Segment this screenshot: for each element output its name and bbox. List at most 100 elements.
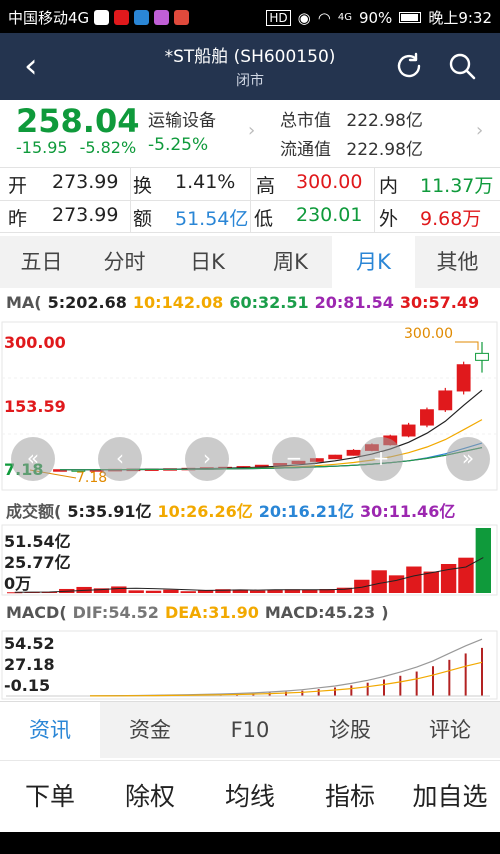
ma60-value: 60:32.51: [229, 293, 309, 312]
ma10-value: 10:142.08: [132, 293, 224, 312]
app-icon-4: [154, 10, 170, 25]
market-cap-value: 222.98亿: [346, 111, 423, 131]
open-label: 开: [8, 175, 28, 197]
candle-body: [456, 364, 471, 392]
high-marker-line: [455, 341, 479, 350]
tab-intraday[interactable]: 分时: [83, 236, 166, 288]
quote-summary: 258.04 -15.95 -5.82% 运输设备 -5.25% › 总市值 22…: [0, 100, 500, 164]
high-label: 高: [256, 175, 276, 197]
tab-weekly-k[interactable]: 周K: [249, 236, 332, 288]
ma-label: MA(: [6, 293, 42, 312]
tab-comments[interactable]: 评论: [400, 702, 500, 758]
volume-bar: [250, 590, 266, 593]
price-change: -15.95 -5.82%: [16, 138, 148, 157]
action-bar: 下单 除权 均线 指标 加自选: [0, 760, 500, 832]
signal-icon: 4G: [337, 12, 352, 23]
macd-close: ): [381, 603, 389, 622]
zoom-in-icon[interactable]: +: [359, 437, 403, 481]
stats-grid: 开 273.99 换 1.41% 高 300.00 内 11.37万 昨 273…: [0, 167, 500, 233]
refresh-icon[interactable]: [394, 51, 424, 81]
android-nav-bar: [0, 832, 500, 854]
battery-icon: [399, 12, 422, 23]
chart-area[interactable]: 300.00 153.59 7.18 300.00 7.18 « ‹ › − +…: [0, 320, 500, 700]
outer-label: 外: [379, 208, 399, 230]
order-button[interactable]: 下单: [0, 761, 100, 833]
volume-bar: [163, 589, 179, 593]
amount-value: 51.54亿: [175, 208, 249, 230]
vol-ma30: 30:11.46亿: [360, 502, 456, 521]
volume-bar: [302, 589, 318, 593]
float-cap: 流通值 222.98亿: [280, 135, 423, 160]
period-tabs: 五日 分时 日K 周K 月K 其他: [0, 236, 500, 288]
tab-five-day[interactable]: 五日: [0, 236, 83, 288]
tab-news[interactable]: 资讯: [0, 702, 100, 758]
tab-daily-k[interactable]: 日K: [166, 236, 249, 288]
industry-name[interactable]: 运输设备: [148, 106, 216, 131]
status-bar: 中国移动4G HD ◉ ◠ 4G 90% 晚上9:32: [0, 0, 500, 33]
macd-dif-line: [89, 638, 483, 697]
price-axis-top: 300.00: [4, 333, 66, 352]
add-watchlist-button[interactable]: 加自选: [400, 761, 500, 833]
change-value: -15.95: [16, 138, 68, 157]
turnover-value: 1.41%: [175, 171, 236, 193]
candle-body: [420, 409, 434, 426]
app-icon-5: [174, 10, 190, 25]
candle-body: [401, 424, 416, 437]
tab-f10[interactable]: F10: [200, 702, 300, 758]
macd-label: MACD(: [6, 603, 67, 622]
market-status: 闭市: [236, 73, 264, 89]
outer-value: 9.68万: [420, 208, 482, 230]
volume-label: 成交额(: [6, 502, 62, 521]
chevron-right-icon[interactable]: ›: [248, 120, 255, 141]
change-percent: -5.82%: [79, 138, 137, 157]
volume-bar: [406, 566, 422, 593]
candle-body: [346, 449, 361, 456]
inner-label: 内: [379, 175, 399, 197]
clock: 晚上9:32: [428, 9, 492, 27]
low-label: 低: [254, 208, 274, 230]
vol-ma20: 20:16.21亿: [258, 502, 355, 521]
divider: [250, 168, 251, 232]
tab-monthly-k[interactable]: 月K: [332, 236, 415, 288]
volume-bar: [388, 575, 405, 593]
volume-bar: [371, 570, 387, 593]
indicator-button[interactable]: 指标: [300, 761, 400, 833]
volume-legend: 成交额(5:35.91亿 10:26.26亿 20:16.21亿 30:11.46亿: [6, 498, 461, 522]
macd-value: MACD:45.23: [264, 603, 376, 622]
open-value: 273.99: [52, 171, 119, 193]
high-marker: 300.00: [404, 326, 453, 342]
volume-bar: [145, 590, 162, 593]
tab-other[interactable]: 其他: [415, 236, 500, 288]
moving-average-button[interactable]: 均线: [200, 761, 300, 833]
macd-axis-mid: 27.18: [4, 655, 55, 674]
scroll-left-fast-icon[interactable]: «: [11, 437, 55, 481]
volume-bar: [180, 591, 196, 593]
search-icon[interactable]: [447, 51, 477, 81]
tab-diagnosis[interactable]: 诊股: [300, 702, 400, 758]
candle-body: [328, 454, 343, 460]
divider: [130, 168, 131, 232]
wifi-icon: ◠: [317, 8, 331, 27]
macd-dif: DIF:54.52: [72, 603, 159, 622]
chevron-right-icon[interactable]: ›: [476, 120, 483, 141]
ma20-value: 20:81.54: [314, 293, 394, 312]
scroll-right-fast-icon[interactable]: »: [446, 437, 490, 481]
app-header: ‹ *ST船舶 (SH600150) 闭市: [0, 33, 500, 100]
inner-value: 11.37万: [420, 175, 494, 197]
float-cap-value: 222.98亿: [346, 140, 423, 160]
ma30-value: 30:57.49: [399, 293, 480, 312]
zoom-out-icon[interactable]: −: [272, 437, 316, 481]
macd-legend: MACD(DIF:54.52 DEA:31.90 MACD:45.23): [6, 603, 395, 622]
price-axis-mid: 153.59: [4, 397, 66, 416]
app-icon-3: [134, 10, 150, 25]
turnover-label: 换: [133, 175, 153, 197]
tab-funds[interactable]: 资金: [100, 702, 200, 758]
price-panel-frame: [1, 321, 498, 491]
low-value: 230.01: [296, 204, 363, 226]
industry-change: -5.25%: [148, 135, 209, 155]
volume-bar: [458, 557, 474, 593]
ex-rights-button[interactable]: 除权: [100, 761, 200, 833]
macd-axis-top: 54.52: [4, 634, 55, 653]
scroll-right-icon[interactable]: ›: [185, 437, 229, 481]
scroll-left-icon[interactable]: ‹: [98, 437, 142, 481]
